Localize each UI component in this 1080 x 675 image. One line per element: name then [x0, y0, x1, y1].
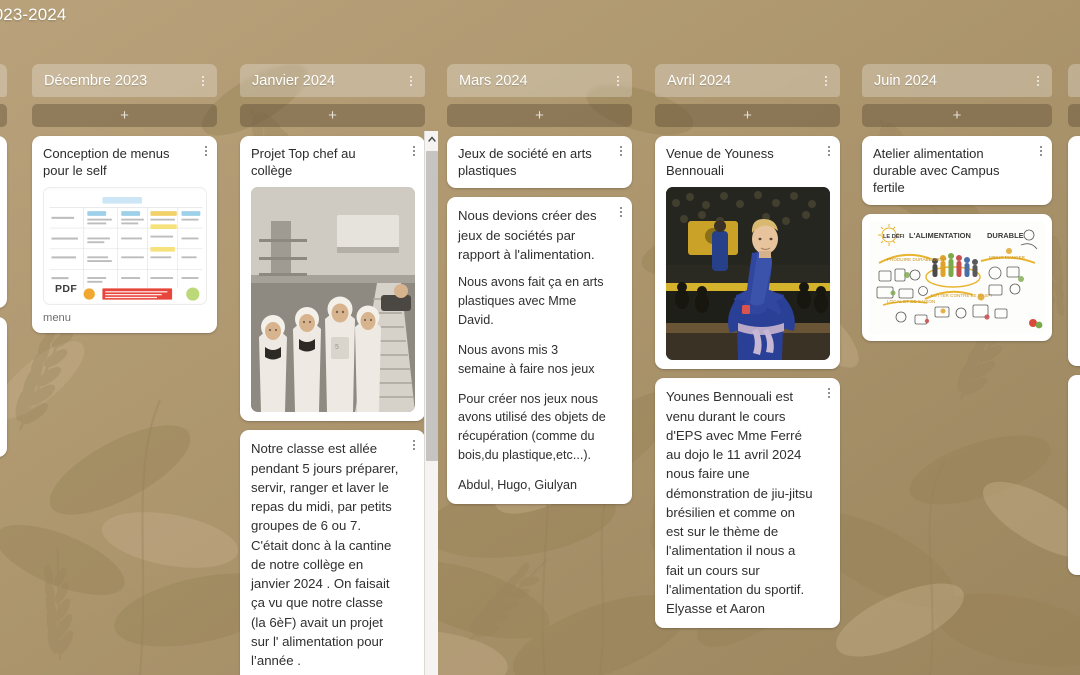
column-header[interactable]: [1068, 64, 1080, 97]
post-card[interactable]: [1068, 136, 1080, 366]
column-options-kebab-icon[interactable]: [1032, 73, 1044, 89]
post-options-kebab-icon[interactable]: [0, 143, 2, 159]
post-caption: menu: [43, 312, 71, 325]
post-paragraph: Nous avons mis 3 semaine à faire nos jeu…: [458, 342, 595, 376]
post-title: Venue de Youness Bennouali: [666, 146, 774, 179]
column-header[interactable]: [0, 64, 7, 97]
column-posts: Projet Top chef au collège 5 Notre class…: [240, 136, 425, 675]
column-options-kebab-icon[interactable]: [820, 73, 832, 89]
post-options-kebab-icon[interactable]: [615, 204, 627, 220]
post-card-atelier-sketchnote[interactable]: LE DÉFI L'ALIMENTATION DURABLE PRODUIRE …: [862, 214, 1052, 342]
post-options-kebab-icon[interactable]: [408, 143, 420, 159]
add-post-button[interactable]: +: [655, 104, 840, 127]
svg-text:MIEUX MANGER: MIEUX MANGER: [989, 255, 1026, 260]
post-card[interactable]: [0, 317, 7, 457]
post-options-kebab-icon[interactable]: [200, 143, 212, 159]
post-card[interactable]: [1068, 375, 1080, 575]
svg-text:LE DÉFI: LE DÉFI: [883, 232, 905, 240]
column-title: Janvier 2024: [252, 72, 336, 89]
plus-icon: +: [952, 107, 962, 124]
svg-text:L'ALIMENTATION: L'ALIMENTATION: [909, 231, 971, 240]
column-posts: [0, 136, 7, 457]
column-mars-2024[interactable]: Mars 2024 + Jeux de société en arts plas…: [447, 64, 632, 505]
scrollbar-thumb[interactable]: [426, 151, 438, 461]
post-options-kebab-icon[interactable]: [615, 143, 627, 159]
post-card-venue-youness[interactable]: Venue de Youness Bennouali: [655, 136, 840, 370]
post-paragraph: Abdul, Hugo, Giulyan: [458, 478, 578, 493]
post-image-judoka[interactable]: [666, 187, 830, 361]
column-decembre-2023[interactable]: Décembre 2023 + Conception de menus pour…: [32, 64, 217, 334]
post-title: Jeux de société en arts plastiques: [458, 146, 592, 179]
column-options-kebab-icon[interactable]: [405, 73, 417, 89]
column-partial-left[interactable]: +: [0, 64, 7, 457]
column-title: Mars 2024: [459, 72, 528, 89]
plus-icon: +: [535, 107, 544, 124]
post-body-paragraphs: Nous avons fait ça en arts plastiques av…: [458, 273, 622, 495]
column-partial-right[interactable]: +: [1068, 64, 1080, 575]
scroll-up-arrow-icon[interactable]: [425, 131, 438, 147]
column-title: Avril 2024: [667, 72, 732, 89]
add-post-button[interactable]: +: [862, 104, 1052, 127]
board-title: ation 2023-2024: [0, 0, 66, 30]
post-options-kebab-icon[interactable]: [1035, 143, 1047, 159]
post-image-sketchnote[interactable]: LE DÉFI L'ALIMENTATION DURABLE PRODUIRE …: [869, 221, 1045, 335]
plus-icon: +: [120, 107, 129, 124]
file-type-badge: PDF: [50, 281, 83, 298]
post-title: Atelier alimentation durable avec Campus…: [873, 146, 1000, 196]
svg-text:5: 5: [335, 344, 339, 351]
column-header[interactable]: Juin 2024: [862, 64, 1052, 97]
post-card-jeux-societe-text[interactable]: Nous devions créer des jeux de sociétés …: [447, 197, 632, 505]
column-header[interactable]: Décembre 2023: [32, 64, 217, 97]
board-title-text: ation 2023-2024: [0, 5, 67, 24]
plus-icon: +: [328, 107, 337, 124]
svg-text:DURABLE: DURABLE: [987, 231, 1024, 240]
post-title: Conception de menus pour le self: [43, 146, 170, 179]
column-posts: [1068, 136, 1080, 575]
board-canvas[interactable]: + Décembre 2023 + Conception de menus po…: [0, 0, 1080, 675]
add-post-button[interactable]: +: [0, 104, 7, 127]
post-title: Projet Top chef au collège: [251, 146, 356, 179]
post-body-lead: Younes Bennouali est venu durant le cour…: [666, 389, 813, 617]
post-pdf-preview[interactable]: PDF: [43, 187, 207, 306]
post-card-projet-top-chef[interactable]: Projet Top chef au collège 5: [240, 136, 425, 422]
post-card-atelier-title[interactable]: Atelier alimentation durable avec Campus…: [862, 136, 1052, 206]
post-options-kebab-icon[interactable]: [0, 324, 2, 340]
column-title: Décembre 2023: [44, 72, 148, 89]
post-options-kebab-icon[interactable]: [408, 437, 420, 453]
column-janvier-2024[interactable]: Janvier 2024 + Projet Top chef au collèg…: [240, 64, 438, 675]
plus-icon: +: [743, 107, 752, 124]
post-paragraph: Nous avons fait ça en arts plastiques av…: [458, 275, 604, 327]
column-title: Juin 2024: [874, 72, 937, 89]
post-options-kebab-icon[interactable]: [823, 143, 835, 159]
post-options-kebab-icon[interactable]: [823, 385, 835, 401]
column-posts: Atelier alimentation durable avec Campus…: [862, 136, 1052, 342]
column-options-kebab-icon[interactable]: [197, 73, 209, 89]
column-posts: Venue de Youness Bennouali Younes Bennou…: [655, 136, 840, 628]
post-card[interactable]: [0, 136, 7, 308]
post-card-topchef-text[interactable]: Notre classe est allée pendant 5 jours p…: [240, 430, 425, 675]
column-posts: Jeux de société en arts plastiques Nous …: [447, 136, 632, 505]
column-juin-2024[interactable]: Juin 2024 + Atelier alimentation durable…: [862, 64, 1052, 342]
add-post-button[interactable]: +: [1068, 104, 1080, 127]
post-card-conception-de-menus[interactable]: Conception de menus pour le self PDF men…: [32, 136, 217, 334]
post-body-lead: Notre classe est allée pendant 5 jours p…: [251, 441, 399, 669]
column-header[interactable]: Mars 2024: [447, 64, 632, 97]
column-avril-2024[interactable]: Avril 2024 + Venue de Youness Bennouali: [655, 64, 840, 628]
svg-text:LOCAL ET DE SAISON: LOCAL ET DE SAISON: [887, 299, 935, 304]
column-scrollbar[interactable]: [424, 131, 438, 675]
post-image-kitchen-students[interactable]: 5: [251, 187, 415, 413]
post-card-youness-text[interactable]: Younes Bennouali est venu durant le cour…: [655, 378, 840, 628]
svg-text:PRODUIRE DURABLEMENT: PRODUIRE DURABLEMENT: [887, 257, 947, 262]
column-posts: Conception de menus pour le self PDF men…: [32, 136, 217, 334]
column-options-kebab-icon[interactable]: [612, 73, 624, 89]
post-card-jeux-societe-title[interactable]: Jeux de société en arts plastiques: [447, 136, 632, 189]
post-body-lead: Nous devions créer des jeux de sociétés …: [458, 208, 597, 262]
add-post-button[interactable]: +: [32, 104, 217, 127]
column-header[interactable]: Avril 2024: [655, 64, 840, 97]
column-header[interactable]: Janvier 2024: [240, 64, 425, 97]
post-paragraph: Pour créer nos jeux nous avons utilisé d…: [458, 391, 606, 463]
add-post-button[interactable]: +: [240, 104, 425, 127]
add-post-button[interactable]: +: [447, 104, 632, 127]
